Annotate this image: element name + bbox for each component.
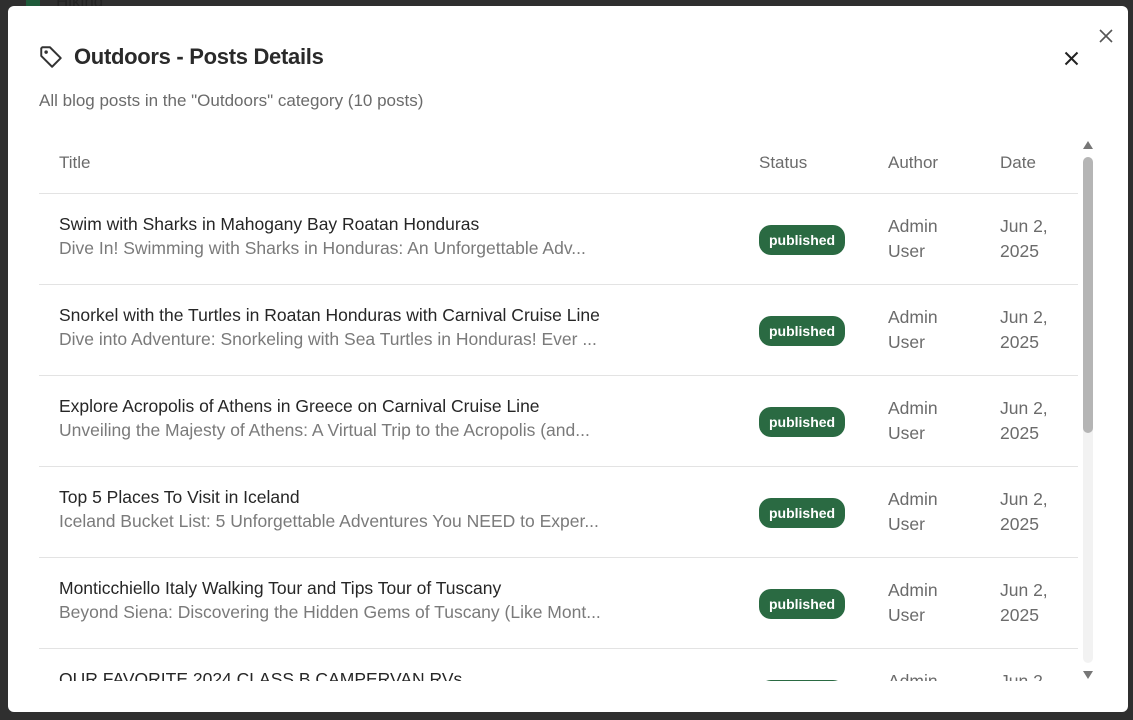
post-title[interactable]: Swim with Sharks in Mahogany Bay Roatan … (59, 214, 699, 235)
status-badge: published (759, 225, 846, 255)
post-title-cell: Monticchiello Italy Walking Tour and Tip… (59, 578, 699, 623)
date-line: 2025 (1000, 332, 1039, 352)
tag-icon (40, 46, 62, 68)
date-cell: Jun 2, 2025 (1000, 396, 1070, 446)
post-title-cell: OUR FAVORITE 2024 CLASS B CAMPERVAN RVs (59, 669, 699, 681)
author-line: Admin (888, 671, 938, 681)
table-header: Title Status Author Date (39, 141, 1078, 194)
scroll-up-button[interactable] (1081, 139, 1095, 151)
post-title[interactable]: Snorkel with the Turtles in Roatan Hondu… (59, 305, 699, 326)
post-title[interactable]: OUR FAVORITE 2024 CLASS B CAMPERVAN RVs (59, 669, 699, 681)
header-title[interactable]: Title (59, 153, 91, 173)
post-title-cell: Top 5 Places To Visit in Iceland Iceland… (59, 487, 699, 532)
date-cell: Jun 2, 2025 (1000, 578, 1070, 628)
modal-header: Outdoors - Posts Details (38, 44, 324, 70)
post-title[interactable]: Explore Acropolis of Athens in Greece on… (59, 396, 699, 417)
post-title-cell: Snorkel with the Turtles in Roatan Hondu… (59, 305, 699, 350)
date-line: 2025 (1000, 514, 1039, 534)
author-line: Admin (888, 489, 938, 509)
date-line: Jun 2, (1000, 307, 1048, 327)
author-line: Admin (888, 580, 938, 600)
triangle-down-icon (1083, 671, 1093, 679)
posts-table: Title Status Author Date Swim with Shark… (39, 141, 1078, 681)
table-row[interactable]: Swim with Sharks in Mahogany Bay Roatan … (39, 194, 1078, 285)
modal-title: Outdoors - Posts Details (74, 44, 324, 69)
post-title-cell: Swim with Sharks in Mahogany Bay Roatan … (59, 214, 699, 259)
modal-subtitle: All blog posts in the "Outdoors" categor… (39, 91, 424, 110)
table-row[interactable]: Snorkel with the Turtles in Roatan Hondu… (39, 285, 1078, 376)
outer-close-button[interactable] (1094, 24, 1118, 48)
date-cell: Jun 2, 2025 (1000, 305, 1070, 355)
date-cell: Jun 2, 2025 (1000, 669, 1070, 681)
close-icon (1064, 51, 1078, 65)
post-title[interactable]: Monticchiello Italy Walking Tour and Tip… (59, 578, 699, 599)
status-badge: published (759, 316, 846, 346)
author-line: Admin (888, 216, 938, 236)
date-line: Jun 2, (1000, 489, 1048, 509)
status-badge: published (759, 680, 846, 681)
author-line: User (888, 241, 925, 261)
scroll-down-button[interactable] (1081, 669, 1095, 681)
date-line: 2025 (1000, 423, 1039, 443)
posts-details-modal: Outdoors - Posts Details All blog posts … (8, 6, 1128, 712)
status-badge: published (759, 589, 846, 619)
author-line: Admin (888, 398, 938, 418)
post-title-cell: Explore Acropolis of Athens in Greece on… (59, 396, 699, 441)
table-row[interactable]: OUR FAVORITE 2024 CLASS B CAMPERVAN RVs … (39, 649, 1078, 681)
post-excerpt: Dive In! Swimming with Sharks in Hondura… (59, 238, 586, 258)
author-cell: Admin User (888, 396, 968, 446)
post-excerpt: Beyond Siena: Discovering the Hidden Gem… (59, 602, 601, 622)
date-line: Jun 2, (1000, 671, 1048, 681)
date-line: Jun 2, (1000, 398, 1048, 418)
post-title[interactable]: Top 5 Places To Visit in Iceland (59, 487, 699, 508)
header-author[interactable]: Author (888, 153, 938, 173)
author-cell: Admin User (888, 669, 968, 681)
author-line: User (888, 332, 925, 352)
author-line: Admin (888, 307, 938, 327)
scrollbar[interactable] (1081, 139, 1095, 681)
author-cell: Admin User (888, 214, 968, 264)
table-row[interactable]: Monticchiello Italy Walking Tour and Tip… (39, 558, 1078, 649)
author-line: User (888, 605, 925, 625)
post-excerpt: Unveiling the Majesty of Athens: A Virtu… (59, 420, 590, 440)
post-excerpt: Dive into Adventure: Snorkeling with Sea… (59, 329, 597, 349)
author-line: User (888, 423, 925, 443)
author-line: User (888, 514, 925, 534)
date-cell: Jun 2, 2025 (1000, 487, 1070, 537)
table-row[interactable]: Explore Acropolis of Athens in Greece on… (39, 376, 1078, 467)
date-cell: Jun 2, 2025 (1000, 214, 1070, 264)
author-cell: Admin User (888, 578, 968, 628)
author-cell: Admin User (888, 305, 968, 355)
date-line: Jun 2, (1000, 580, 1048, 600)
scroll-thumb[interactable] (1083, 157, 1093, 433)
modal-close-button[interactable] (1059, 46, 1083, 70)
date-line: Jun 2, (1000, 216, 1048, 236)
close-icon (1099, 29, 1113, 43)
status-badge: published (759, 407, 846, 437)
author-cell: Admin User (888, 487, 968, 537)
header-status[interactable]: Status (759, 153, 807, 173)
triangle-up-icon (1083, 141, 1093, 149)
status-badge: published (759, 498, 846, 528)
date-line: 2025 (1000, 605, 1039, 625)
post-excerpt: Iceland Bucket List: 5 Unforgettable Adv… (59, 511, 599, 531)
date-line: 2025 (1000, 241, 1039, 261)
table-row[interactable]: Top 5 Places To Visit in Iceland Iceland… (39, 467, 1078, 558)
header-date[interactable]: Date (1000, 153, 1036, 173)
